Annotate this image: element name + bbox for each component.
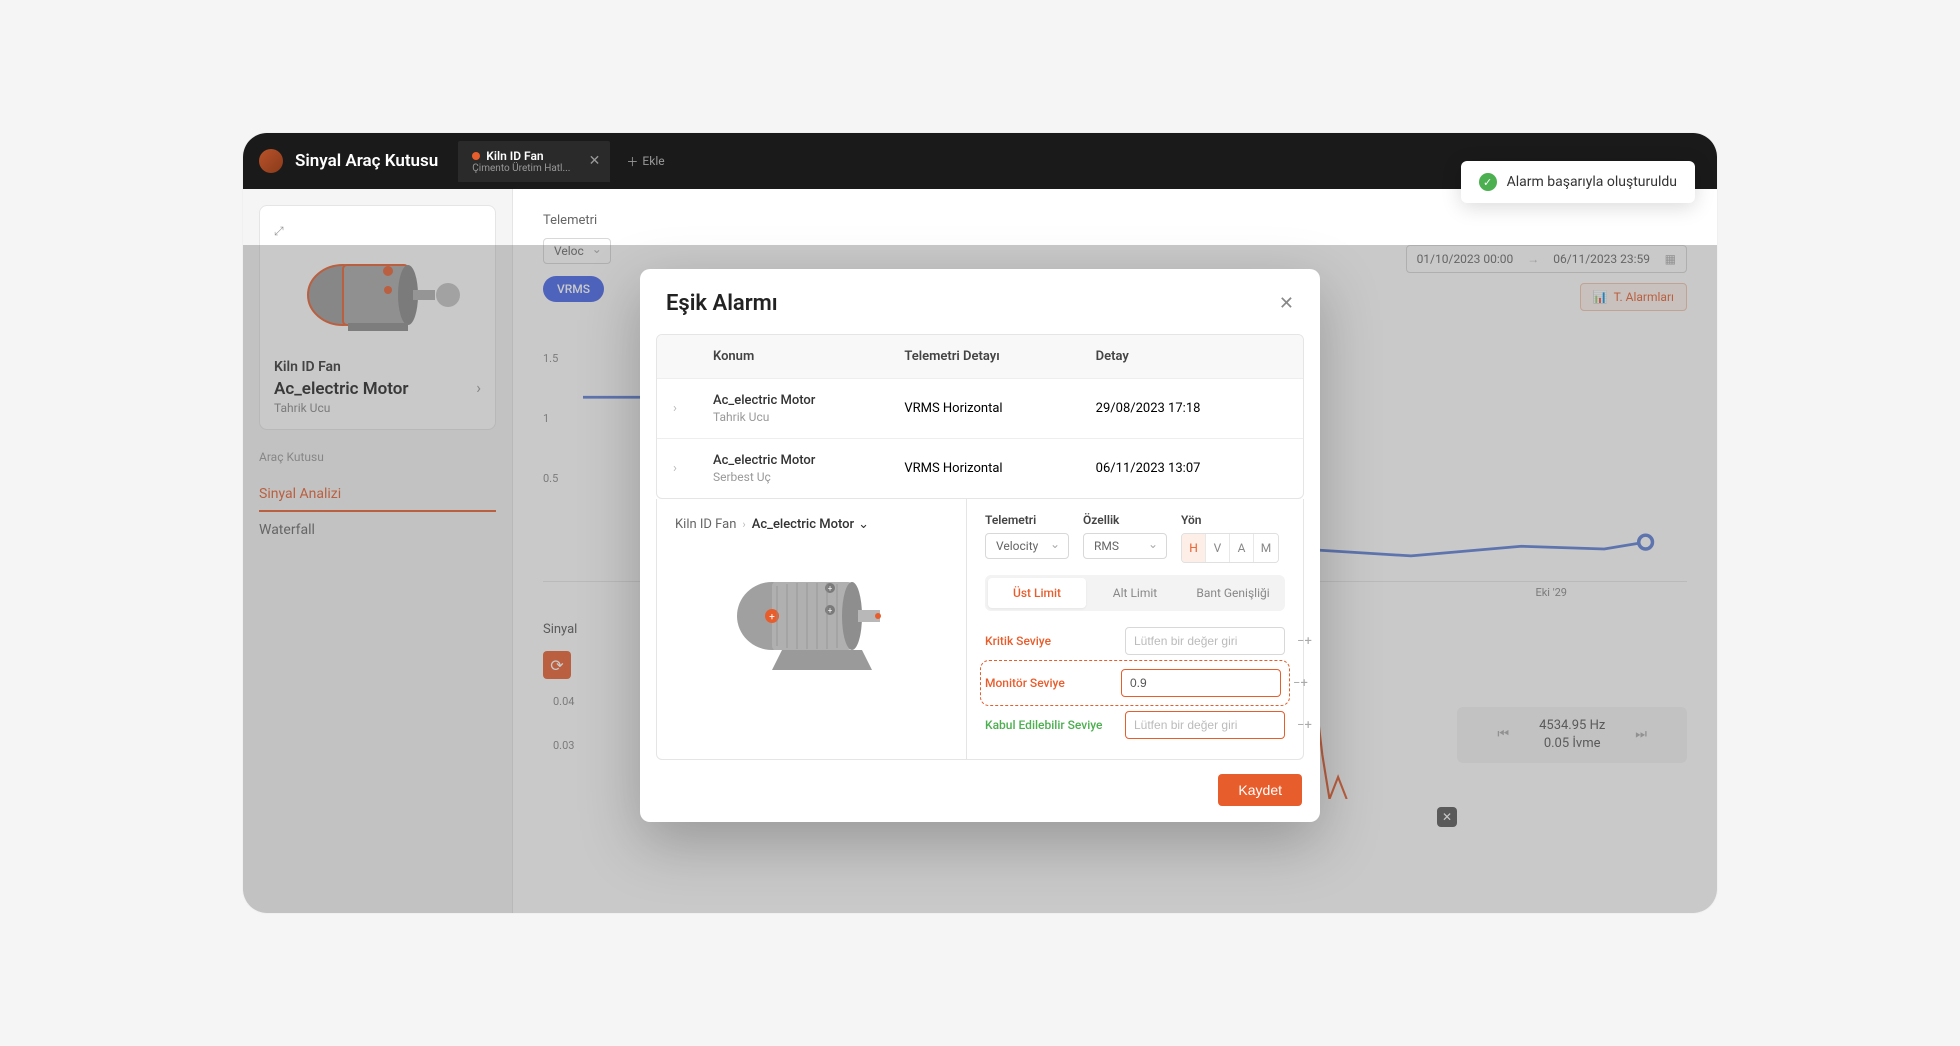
minus-icon[interactable]: − xyxy=(1297,634,1304,649)
th-telemetri: Telemetri Detayı xyxy=(904,349,1095,364)
minus-icon[interactable]: − xyxy=(1293,676,1300,691)
motor-icon: + + + xyxy=(722,546,902,686)
th-detay: Detay xyxy=(1096,349,1287,364)
crumb-leaf: Ac_electric Motor xyxy=(752,517,854,532)
modal-title: Eşik Alarmı xyxy=(666,291,778,316)
dir-h-button[interactable]: H xyxy=(1182,534,1206,562)
crumb-root[interactable]: Kiln ID Fan xyxy=(675,517,736,532)
kritik-stepper[interactable]: − + xyxy=(1125,627,1285,655)
close-icon[interactable]: ✕ xyxy=(589,153,601,169)
add-tab-button[interactable]: ＋ Ekle xyxy=(626,153,664,170)
dir-m-button[interactable]: M xyxy=(1254,534,1278,562)
row-sub: Serbest Uç xyxy=(713,470,904,484)
tab-alt-limit[interactable]: Alt Limit xyxy=(1086,578,1184,608)
telemetri-label: Telemetri xyxy=(985,513,1069,527)
table-row[interactable]: › Ac_electric Motor Serbest Uç VRMS Hori… xyxy=(657,438,1303,498)
chevron-right-icon: › xyxy=(742,518,745,531)
telemetry-label: Telemetri xyxy=(543,213,1687,228)
svg-text:+: + xyxy=(827,584,832,593)
kabul-label: Kabul Edilebilir Seviye xyxy=(985,718,1103,732)
crumb-leaf-select[interactable]: Ac_electric Motor ⌄ xyxy=(752,517,869,532)
app-logo xyxy=(259,149,283,173)
check-circle-icon: ✓ xyxy=(1479,173,1497,191)
telemetri-select[interactable]: Velocity xyxy=(985,533,1069,559)
chevron-right-icon[interactable]: › xyxy=(673,401,713,416)
row-date: 29/08/2023 17:18 xyxy=(1096,401,1287,416)
dir-a-button[interactable]: A xyxy=(1230,534,1254,562)
tab-ust-limit[interactable]: Üst Limit xyxy=(988,578,1086,608)
table-row[interactable]: › Ac_electric Motor Tahrik Ucu VRMS Hori… xyxy=(657,378,1303,438)
toast-text: Alarm başarıyla oluşturuldu xyxy=(1507,174,1677,190)
close-icon[interactable]: ✕ xyxy=(1279,293,1294,314)
row-name: Ac_electric Motor xyxy=(713,453,904,468)
kritik-input[interactable] xyxy=(1126,634,1297,648)
monitor-stepper[interactable]: − + xyxy=(1121,669,1281,697)
kabul-input[interactable] xyxy=(1126,718,1297,732)
tab-bant[interactable]: Bant Genişliği xyxy=(1184,578,1282,608)
dir-v-button[interactable]: V xyxy=(1206,534,1230,562)
ozellik-select[interactable]: RMS xyxy=(1083,533,1167,559)
chevron-right-icon[interactable]: › xyxy=(673,461,713,476)
status-dot-icon xyxy=(472,152,480,160)
config-area: Telemetri Velocity Özellik RMS Yön H V xyxy=(967,499,1303,759)
chevron-down-icon: ⌄ xyxy=(858,517,869,532)
yon-label: Yön xyxy=(1181,513,1279,527)
plus-icon: ＋ xyxy=(626,153,638,170)
motor-image: + + + xyxy=(722,546,902,686)
direction-group: H V A M xyxy=(1181,533,1279,563)
row-telemetry: VRMS Horizontal xyxy=(904,461,1095,476)
row-name: Ac_electric Motor xyxy=(713,393,904,408)
tab-subtitle: Çimento Üretim Hatl... xyxy=(472,163,570,174)
ozellik-label: Özellik xyxy=(1083,513,1167,527)
row-sub: Tahrik Ucu xyxy=(713,410,904,424)
add-tab-label: Ekle xyxy=(642,154,664,168)
app-title: Sinyal Araç Kutusu xyxy=(295,151,438,171)
monitor-input[interactable] xyxy=(1122,676,1293,690)
limit-tabs: Üst Limit Alt Limit Bant Genişliği xyxy=(985,575,1285,611)
svg-text:+: + xyxy=(827,606,832,615)
tab-kiln-fan[interactable]: Kiln ID Fan Çimento Üretim Hatl... ✕ xyxy=(458,141,610,182)
minus-icon[interactable]: − xyxy=(1297,718,1304,733)
kritik-label: Kritik Seviye xyxy=(985,634,1051,648)
plus-icon[interactable]: + xyxy=(1304,718,1311,733)
monitor-label: Monitör Seviye xyxy=(985,676,1065,690)
svg-text:+: + xyxy=(769,612,775,623)
plus-icon[interactable]: + xyxy=(1300,676,1307,691)
plus-icon[interactable]: + xyxy=(1304,634,1311,649)
th-konum: Konum xyxy=(713,349,904,364)
success-toast: ✓ Alarm başarıyla oluşturuldu xyxy=(1461,161,1695,203)
breadcrumb-area: Kiln ID Fan › Ac_electric Motor ⌄ xyxy=(657,499,967,759)
threshold-alarm-modal: Eşik Alarmı ✕ Konum Telemetri Detayı Det… xyxy=(640,269,1320,822)
kabul-stepper[interactable]: − + xyxy=(1125,711,1285,739)
expand-icon[interactable]: ⤢ xyxy=(274,224,284,238)
breadcrumb: Kiln ID Fan › Ac_electric Motor ⌄ xyxy=(675,517,948,532)
tab-title: Kiln ID Fan xyxy=(486,149,543,163)
row-telemetry: VRMS Horizontal xyxy=(904,401,1095,416)
row-date: 06/11/2023 13:07 xyxy=(1096,461,1287,476)
modal-table: Konum Telemetri Detayı Detay › Ac_electr… xyxy=(656,334,1304,499)
save-button[interactable]: Kaydet xyxy=(1218,774,1302,806)
